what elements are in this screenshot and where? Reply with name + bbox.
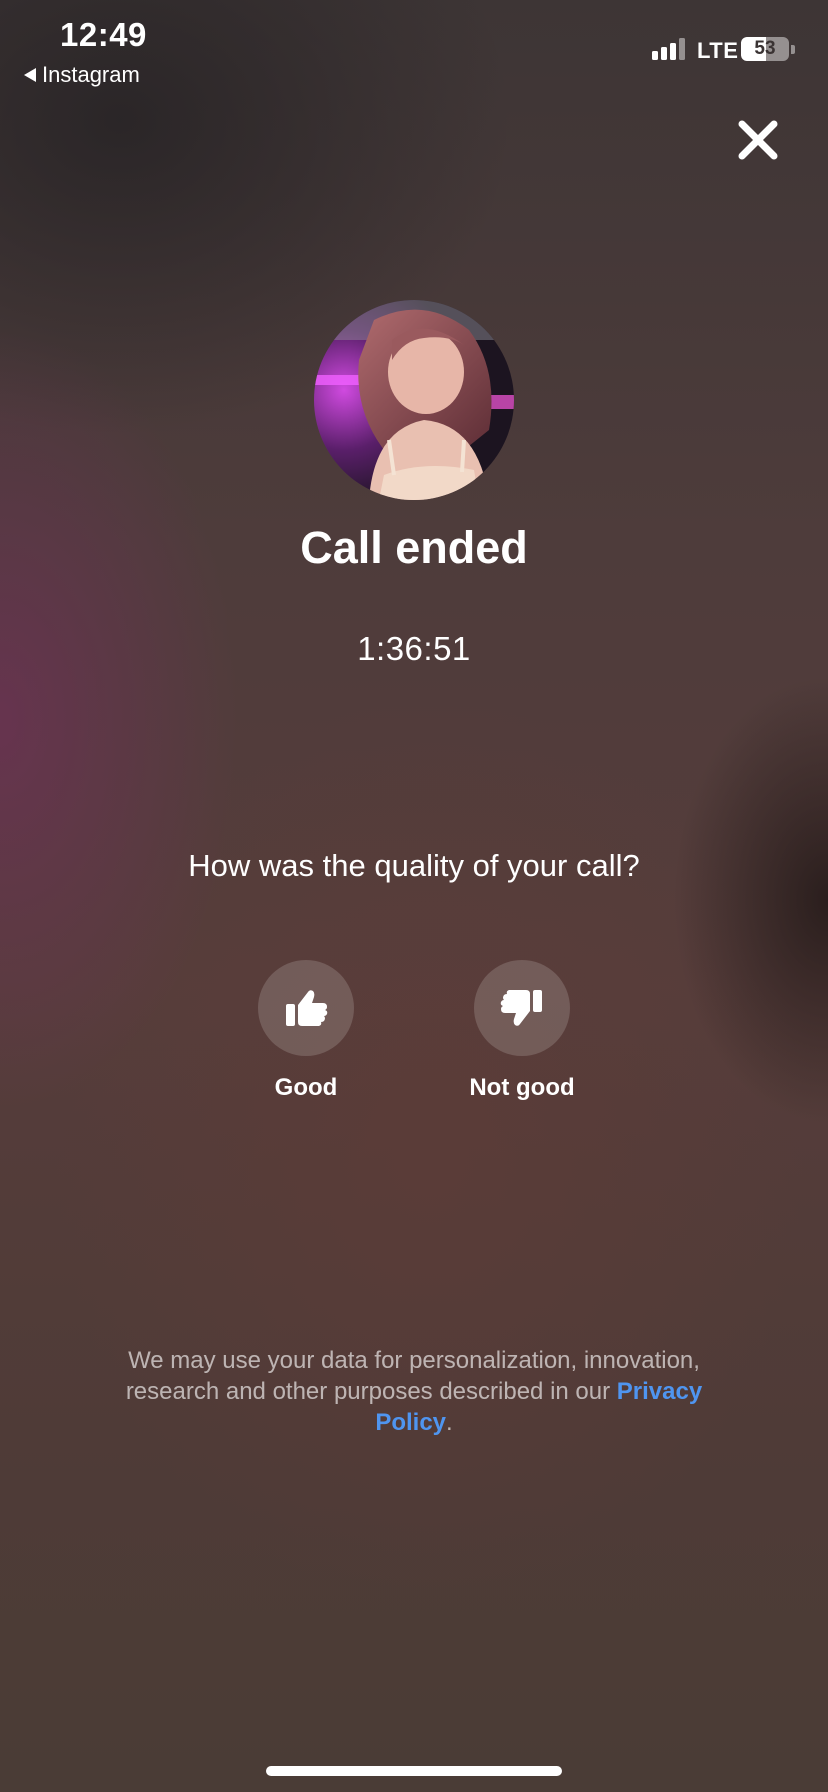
caller-avatar — [314, 300, 514, 500]
close-button[interactable] — [734, 116, 782, 164]
call-status-title: Call ended — [300, 522, 528, 573]
network-type: LTE — [697, 38, 739, 63]
disclaimer-text: We may use your data for personalization… — [125, 1347, 700, 1405]
status-time: 12:49 — [60, 16, 147, 53]
cellular-signal-icon — [652, 38, 685, 60]
good-rating-circle[interactable] — [258, 960, 354, 1056]
good-label: Good — [274, 1074, 338, 1101]
data-use-disclaimer: We may use your data for personalization… — [90, 1345, 738, 1438]
battery-icon: 53 — [741, 37, 789, 61]
battery-percent: 53 — [754, 38, 776, 59]
call-duration: 1:36:51 — [357, 630, 471, 667]
battery-cap — [791, 45, 795, 54]
disclaimer-end: . — [446, 1409, 453, 1436]
close-icon — [738, 120, 778, 160]
back-arrow-icon — [24, 68, 36, 82]
not-good-label: Not good — [469, 1074, 575, 1101]
not-good-rating-circle[interactable] — [474, 960, 570, 1056]
thumbs-up-icon — [286, 990, 328, 1026]
back-to-app-button[interactable]: Instagram — [24, 62, 140, 88]
back-app-label: Instagram — [42, 62, 140, 87]
good-rating-button[interactable]: Good — [211, 960, 401, 1102]
call-quality-question: How was the quality of your call? — [188, 848, 640, 883]
not-good-rating-button[interactable]: Not good — [427, 960, 617, 1102]
home-indicator[interactable] — [266, 1766, 562, 1776]
thumbs-down-icon — [500, 990, 542, 1026]
